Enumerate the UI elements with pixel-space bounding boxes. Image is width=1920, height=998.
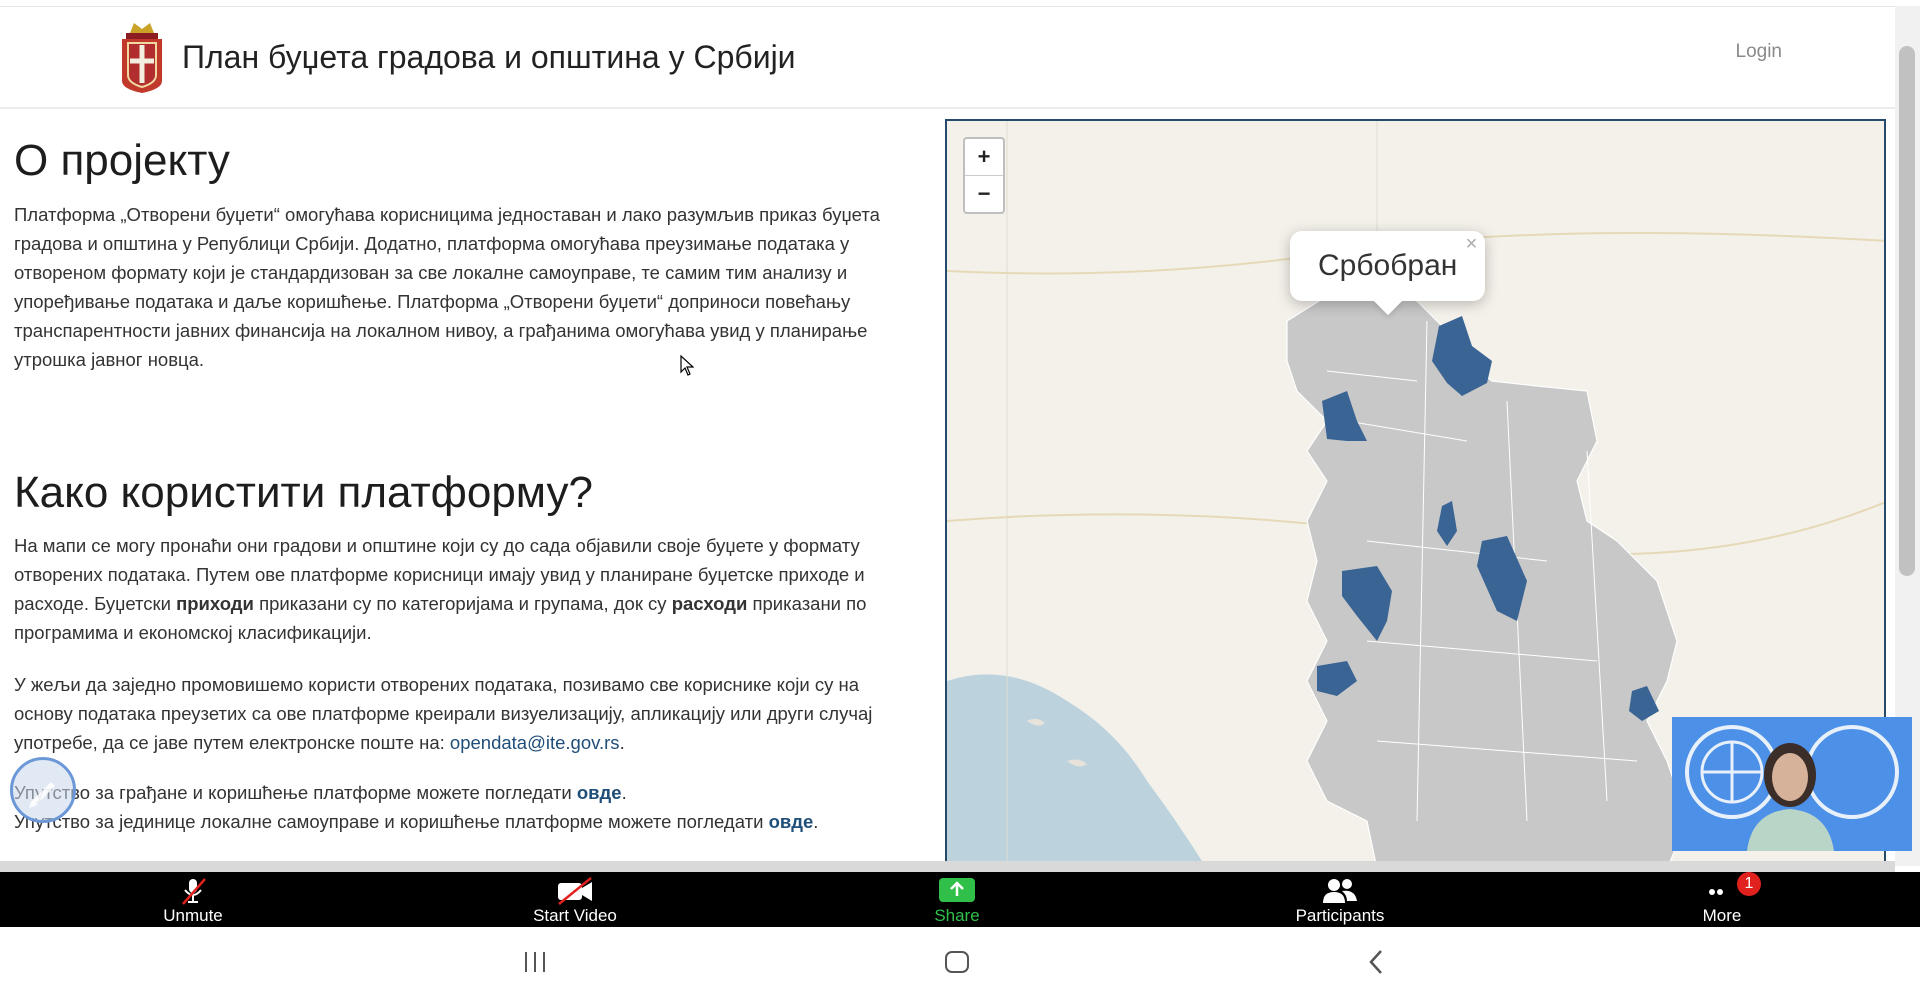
zoom-in-button[interactable]: + xyxy=(965,139,1003,176)
participants-label: Participants xyxy=(1295,906,1385,925)
video-participant-image xyxy=(1672,717,1912,851)
guide-municipalities-text: Упутство за јединице локалне самоуправе … xyxy=(14,811,769,832)
more-label: More xyxy=(1702,906,1742,925)
about-paragraph: Платформа „Отворени буџети“ омогућава ко… xyxy=(14,204,880,370)
pen-icon xyxy=(29,782,55,808)
how-to-paragraph: На мапи се могу пронаћи они градови и оп… xyxy=(14,531,894,647)
login-link[interactable]: Login xyxy=(1736,41,1783,63)
map-zoom-control: + − xyxy=(963,137,1005,214)
main-content: О пројекту Платформа „Отворени буџети“ о… xyxy=(14,112,894,860)
popup-close-icon[interactable]: × xyxy=(1466,233,1478,256)
unmute-label: Unmute xyxy=(163,906,223,925)
android-navigation-bar xyxy=(0,927,1920,998)
site-title[interactable]: План буџета градова и општина у Србији xyxy=(182,39,796,76)
how-to-heading: Како користити платформу? xyxy=(14,468,594,517)
guide-municipalities-link[interactable]: овде xyxy=(769,811,814,832)
video-camera-off-icon xyxy=(558,877,592,905)
income-bold: приходи xyxy=(176,593,254,614)
guide-paragraph: Упутство за грађане и коришћење платформ… xyxy=(14,778,894,836)
navbar: План буџета градова и општина у Србији L… xyxy=(0,7,1895,109)
zoom-out-button[interactable]: − xyxy=(965,176,1003,212)
promo-paragraph: У жељи да заједно промовишемо користи от… xyxy=(14,670,894,757)
start-video-button[interactable]: Start Video xyxy=(475,872,675,927)
recent-apps-icon[interactable] xyxy=(520,947,550,977)
guide-citizens-link[interactable]: овде xyxy=(577,782,622,803)
guide-municipalities-end: . xyxy=(813,811,819,832)
about-heading: О пројекту xyxy=(14,136,230,185)
home-icon[interactable] xyxy=(942,947,972,977)
start-video-label: Start Video xyxy=(533,906,617,925)
email-link[interactable]: opendata@ite.gov.rs xyxy=(450,732,620,753)
serbia-coat-of-arms-icon[interactable] xyxy=(120,21,164,93)
participant-video-thumbnail[interactable] xyxy=(1672,717,1912,851)
participants-icon xyxy=(1323,879,1357,903)
guide-citizens-end: . xyxy=(621,782,627,803)
participants-button[interactable]: Participants xyxy=(1240,872,1440,927)
more-badge: 1 xyxy=(1737,872,1761,896)
promo-text: У жељи да заједно промовишемо користи от… xyxy=(14,674,873,753)
share-screen-icon xyxy=(939,878,975,902)
more-dots-icon xyxy=(1709,889,1723,895)
top-strip xyxy=(0,0,1895,7)
how-text-2: приказани су по категоријама и групама, … xyxy=(253,593,672,614)
back-icon[interactable] xyxy=(1362,947,1392,977)
popup-label: Србобран xyxy=(1318,249,1458,282)
guide-citizens-text: Упутство за грађане и коришћење платформ… xyxy=(14,782,577,803)
share-button[interactable]: Share xyxy=(857,872,1057,927)
share-label: Share xyxy=(934,906,980,925)
mouse-cursor-icon xyxy=(680,355,694,376)
expenses-bold: расходи xyxy=(671,593,748,614)
meeting-toolbar: Unmute Start Video Share Participants 1 … xyxy=(0,872,1920,927)
annotation-pen-button[interactable] xyxy=(10,757,76,823)
unmute-button[interactable]: Unmute xyxy=(93,872,293,927)
promo-end: . xyxy=(619,732,625,753)
microphone-muted-icon xyxy=(182,878,206,905)
scroll-thumb[interactable] xyxy=(1899,46,1915,576)
map-popup: Србобран × xyxy=(1290,231,1486,316)
horizontal-scrollbar[interactable] xyxy=(0,861,1895,872)
more-button[interactable]: 1 More xyxy=(1622,872,1822,927)
